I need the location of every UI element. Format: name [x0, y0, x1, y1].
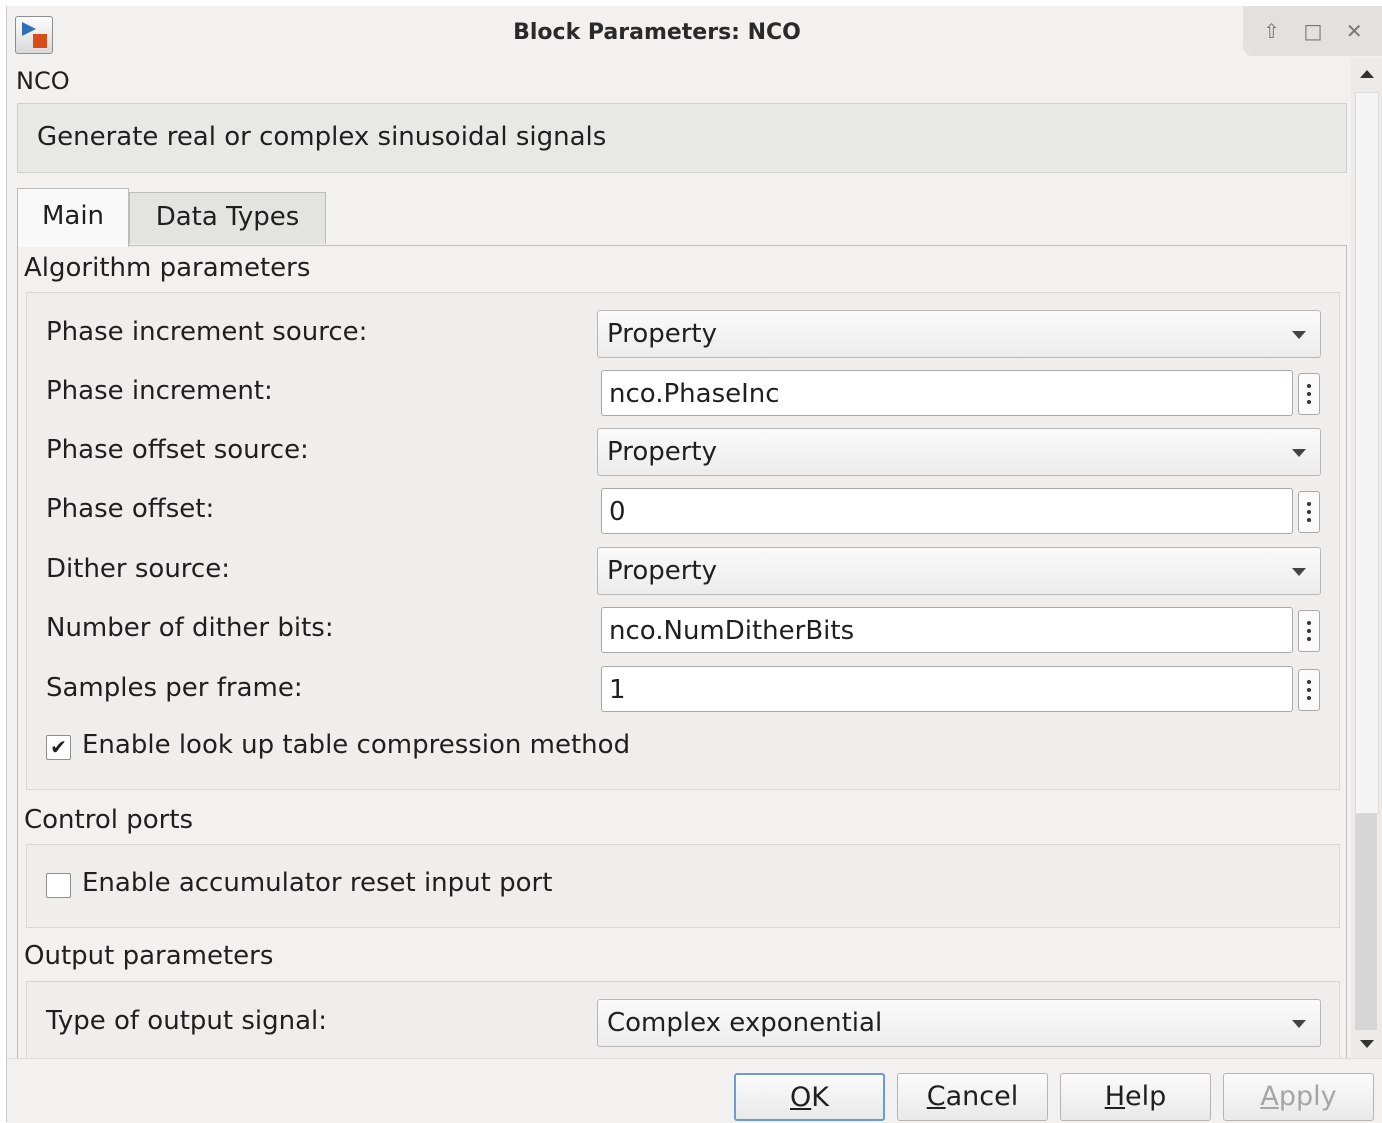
vertical-scrollbar[interactable]: [1351, 58, 1382, 1058]
window-controls: ⇧ □ ✕: [1243, 6, 1382, 56]
help-button[interactable]: Help: [1060, 1073, 1211, 1121]
num-dither-bits-more-icon[interactable]: [1298, 610, 1320, 652]
apply-button[interactable]: Apply: [1223, 1073, 1374, 1121]
algorithm-parameters-group: Phase increment source: Property Phase i…: [26, 292, 1340, 790]
chevron-down-icon: [1292, 331, 1306, 339]
phase-increment-field[interactable]: nco.PhaseInc: [601, 370, 1293, 416]
help-mnemonic: H: [1104, 1081, 1126, 1112]
cancel-label: ancel: [945, 1081, 1019, 1112]
phase-offset-field[interactable]: 0: [601, 488, 1293, 534]
samples-per-frame-label: Samples per frame:: [46, 673, 303, 703]
lut-compression-label[interactable]: Enable look up table compression method: [82, 730, 630, 760]
block-name: NCO: [16, 67, 70, 95]
scroll-down-icon[interactable]: [1360, 1040, 1374, 1048]
output-signal-type-select[interactable]: Complex exponential: [597, 999, 1321, 1047]
restore-up-icon[interactable]: ⇧: [1257, 19, 1287, 43]
output-signal-type-label: Type of output signal:: [46, 1006, 327, 1036]
accumulator-reset-checkbox[interactable]: [46, 873, 71, 898]
lut-compression-checkbox[interactable]: ✔: [46, 735, 71, 760]
phase-offset-label: Phase offset:: [46, 494, 215, 524]
scroll-content: NCO Generate real or complex sinusoidal …: [7, 58, 1351, 1058]
chevron-down-icon: [1292, 568, 1306, 576]
phase-offset-source-value: Property: [607, 437, 718, 467]
scrollbar-thumb[interactable]: [1355, 92, 1379, 814]
control-ports-group: Enable accumulator reset input port: [26, 844, 1340, 928]
phase-offset-source-select[interactable]: Property: [597, 428, 1321, 476]
scrollbar-track[interactable]: [1355, 814, 1377, 1030]
accumulator-reset-label[interactable]: Enable accumulator reset input port: [82, 868, 552, 898]
control-ports-title: Control ports: [24, 805, 194, 835]
output-parameters-group: Type of output signal: Complex exponenti…: [26, 981, 1340, 1058]
window-title: Block Parameters: NCO: [513, 20, 801, 45]
phase-increment-source-value: Property: [607, 319, 718, 349]
ok-mnemonic: O: [790, 1082, 812, 1113]
close-icon[interactable]: ✕: [1339, 19, 1369, 43]
dither-source-value: Property: [607, 556, 718, 586]
output-signal-type-value: Complex exponential: [607, 1008, 883, 1038]
description-text: Generate real or complex sinusoidal sign…: [37, 122, 607, 152]
button-bar: OK Cancel Help Apply: [7, 1058, 1382, 1123]
dither-source-label: Dither source:: [46, 554, 230, 584]
chevron-down-icon: [1292, 1020, 1306, 1028]
block-parameters-dialog: Block Parameters: NCO ⇧ □ ✕ NCO Generate…: [6, 6, 1382, 1123]
apply-mnemonic: A: [1260, 1081, 1279, 1112]
cancel-button[interactable]: Cancel: [897, 1073, 1048, 1121]
title-bar[interactable]: Block Parameters: NCO ⇧ □ ✕: [7, 6, 1382, 58]
main-tab-panel: Algorithm parameters Phase increment sou…: [17, 245, 1347, 1058]
phase-offset-more-icon[interactable]: [1298, 491, 1320, 533]
chevron-down-icon: [1292, 449, 1306, 457]
phase-increment-label: Phase increment:: [46, 376, 273, 406]
help-label: elp: [1125, 1081, 1167, 1112]
ok-button[interactable]: OK: [734, 1073, 885, 1121]
algorithm-parameters-title: Algorithm parameters: [24, 253, 311, 283]
samples-per-frame-field[interactable]: 1: [601, 666, 1293, 712]
dither-source-select[interactable]: Property: [597, 547, 1321, 595]
cancel-mnemonic: C: [926, 1081, 946, 1112]
tab-main[interactable]: Main: [17, 188, 129, 247]
phase-increment-source-label: Phase increment source:: [46, 317, 368, 347]
tab-data-types[interactable]: Data Types: [129, 192, 326, 244]
num-dither-bits-label: Number of dither bits:: [46, 613, 334, 643]
block-description: Generate real or complex sinusoidal sign…: [17, 103, 1347, 173]
ok-label: K: [811, 1082, 829, 1113]
apply-label: pply: [1278, 1081, 1337, 1112]
phase-offset-source-label: Phase offset source:: [46, 435, 309, 465]
output-parameters-title: Output parameters: [24, 941, 274, 971]
samples-per-frame-more-icon[interactable]: [1298, 669, 1320, 711]
maximize-icon[interactable]: □: [1298, 19, 1328, 43]
phase-increment-more-icon[interactable]: [1298, 373, 1320, 415]
num-dither-bits-field[interactable]: nco.NumDitherBits: [601, 607, 1293, 653]
scroll-up-icon[interactable]: [1360, 70, 1374, 78]
phase-increment-source-select[interactable]: Property: [597, 310, 1321, 358]
